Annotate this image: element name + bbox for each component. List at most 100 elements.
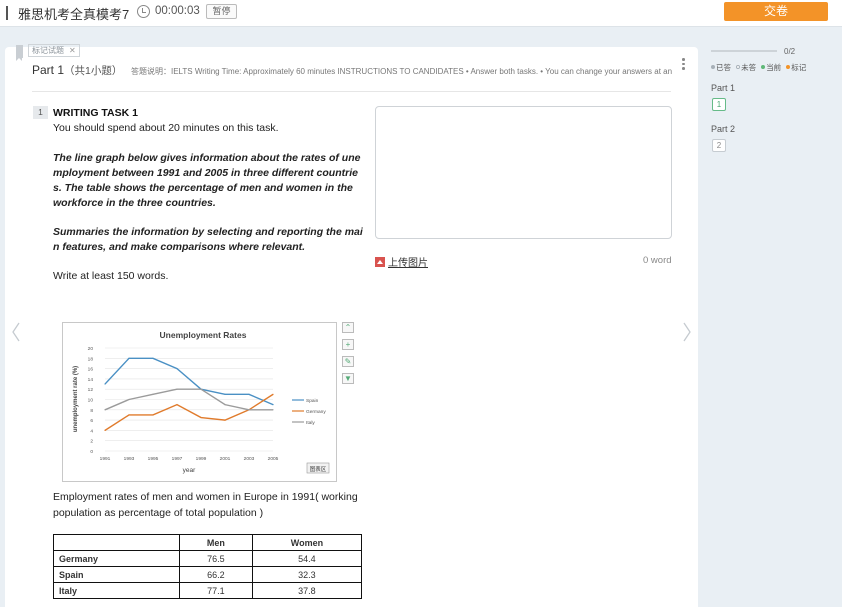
chart-point [200,388,202,390]
table-cell: Spain [53,566,180,583]
progress-text: 0/2 [784,47,796,56]
part-title: Part 1（共1小题） [32,63,122,78]
unanswered-dot-icon [736,65,741,69]
chart-point [128,398,130,401]
table-row: Spain 66.2 32.3 [53,566,363,583]
chart-legend-label: Italy [306,420,315,426]
chart-legend-label: Spain [306,398,319,404]
chart-y-tick-label: 2 [90,439,93,445]
chart-x-tick-label: 2001 [220,456,231,462]
table-cell: 32.3 [251,566,363,583]
part-title-label: Part 1 [32,63,65,77]
chart-y-tick-label: 10 [88,398,94,404]
table-header-cell: Women [251,534,363,551]
chart-x-tick-label: 1997 [172,456,183,462]
chart-point [272,404,274,406]
word-requirement: Write at least 150 words. [53,270,169,282]
chart-y-tick-label: 18 [88,356,94,362]
sidebar-question-2[interactable]: 2 [712,139,726,152]
submit-button[interactable]: 交卷 [724,2,828,21]
chart-collapse-icon[interactable]: ⌃ [342,322,354,333]
next-arrow-icon[interactable] [682,322,692,342]
chart-point [128,414,130,416]
table-cell: 77.1 [178,582,253,599]
chart-legend-label: Germany [306,409,326,415]
chart-point [248,393,250,395]
title-bar-mark [6,6,8,20]
marked-dot-icon [786,65,791,69]
chart-area-badge-label: 图表区 [310,465,327,473]
chart-svg: Unemployment Rates unemployment rate (%)… [73,330,330,474]
task-summary-instruction: Summaries the information by selecting a… [53,226,363,253]
table-cell: Germany [53,550,180,567]
legend-marked: 标记 [791,63,807,72]
chart-y-tick-label: 4 [90,428,93,434]
sidebar-part-1-label: Part 1 [711,83,736,93]
chart-y-tick-label: 8 [90,408,93,414]
more-options-icon[interactable] [682,58,685,72]
image-icon [375,257,385,267]
chart-point [104,429,106,431]
legend-current: 当前 [766,63,782,72]
chart-point [224,393,226,395]
upload-image-link[interactable]: 上传图片 [375,254,428,269]
table-header-cell: Men [178,534,253,551]
top-bar: 雅思机考全真模考7 00:00:03 暂停 交卷 [0,0,842,27]
table-cell: 76.5 [178,550,253,567]
legend-unanswered: 未答 [741,63,757,72]
table-cell: 54.4 [251,550,363,567]
answered-dot-icon [711,65,715,69]
chart-x-tick-label: 2005 [268,456,279,462]
previous-arrow-icon[interactable] [11,322,21,342]
employment-table: Men Women Germany 76.5 54.4 Spain 66.2 3… [53,534,363,599]
table-row: Italy 77.1 37.8 [53,582,363,599]
table-row: Germany 76.5 54.4 [53,550,363,567]
bookmark-icon[interactable] [16,45,23,61]
exam-title: 雅思机考全真模考7 [18,7,130,22]
chart-add-element-icon[interactable]: + [342,339,354,350]
chart-y-tick-label: 0 [90,449,93,455]
chart-title: Unemployment Rates [160,330,247,340]
task-prompt: The line graph below gives information a… [53,152,361,209]
divider [32,91,671,92]
chart-point [200,416,202,419]
answer-textarea[interactable] [375,106,672,239]
chart-filter-icon[interactable]: ▼ [342,373,354,384]
sidebar-question-1[interactable]: 1 [712,98,726,111]
chart-point [152,357,154,359]
legend-answered: 已答 [716,63,731,72]
table-cell: Italy [53,582,180,599]
chart-y-tick-label: 12 [88,387,94,393]
timer: 00:00:03 [155,5,200,17]
time-note: You should spend about 20 minutes on thi… [53,122,279,134]
chart-tools: ⌃ + ✎ ▼ [342,322,354,390]
status-legend: 已答 未答 当前 标记 [711,62,806,73]
sidebar-part-2-label: Part 2 [711,124,736,134]
chart-x-tick-label: 1999 [196,456,207,462]
upload-image-label: 上传图片 [388,258,428,269]
chart-series-line-spain [104,357,274,406]
chart-point [224,404,226,406]
chart-point [152,393,154,395]
close-icon[interactable]: ✕ [69,46,76,55]
clock-icon [137,5,150,18]
chart-point [224,419,226,421]
chart-point [176,404,178,406]
current-dot-icon [761,65,766,69]
chart-y-tick-label: 6 [90,418,93,424]
chart-point [176,388,178,390]
question-number: 1 [33,106,48,119]
chart-y-tick-label: 14 [88,377,94,383]
chart-point [152,414,154,416]
chart-style-brush-icon[interactable]: ✎ [342,356,354,367]
chart-point [272,409,274,411]
pause-button[interactable]: 暂停 [206,4,237,19]
table-header-cell [53,534,180,551]
chart-x-tick-label: 1991 [100,456,111,462]
chart-x-axis-label: year [183,467,196,474]
unemployment-chart[interactable]: Unemployment Rates unemployment rate (%)… [62,322,337,482]
part-subtitle: （共1小题） [64,65,123,77]
progress-bar [711,50,777,52]
chart-point [248,409,250,411]
mark-question-tag[interactable]: 标记试题 ✕ [28,44,80,57]
